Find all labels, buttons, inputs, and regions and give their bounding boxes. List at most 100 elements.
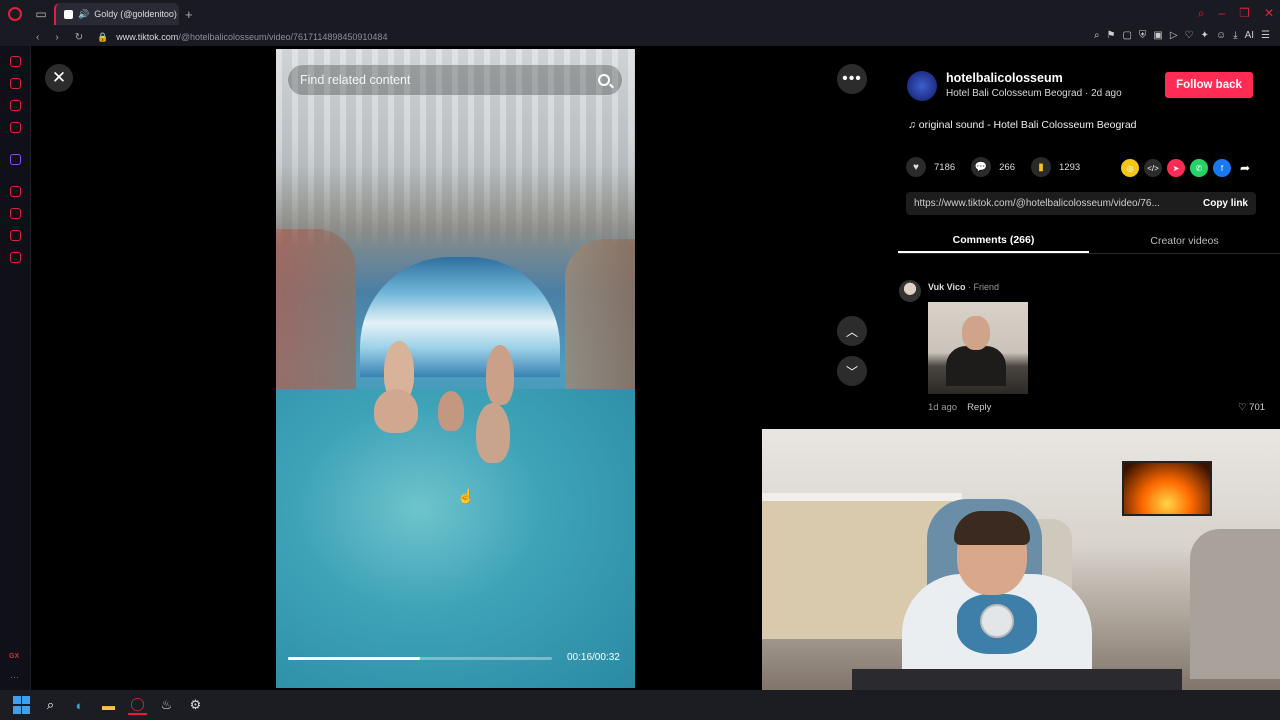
back-icon[interactable]: ‹ [36, 32, 39, 43]
facebook-icon[interactable]: f [1213, 159, 1231, 177]
webcam-overlay [762, 429, 1280, 720]
lock-icon[interactable]: 🔒 [97, 32, 108, 43]
tab-island-icon[interactable]: ▭ [30, 0, 52, 28]
sidebar-history-icon[interactable] [10, 208, 21, 219]
follow-back-button[interactable]: Follow back [1165, 72, 1253, 98]
comment-image[interactable] [928, 302, 1028, 394]
sidebar-messenger-icon[interactable] [10, 100, 21, 111]
sidebar-player-icon[interactable] [10, 186, 21, 197]
aria-button[interactable]: AI [1245, 30, 1254, 41]
reload-icon[interactable]: ↻ [75, 32, 83, 43]
video-player[interactable] [276, 49, 635, 688]
video-frame-people [366, 341, 546, 531]
maximize-icon[interactable]: ❐ [1239, 6, 1250, 21]
minimize-icon[interactable]: – [1218, 6, 1225, 21]
next-video-button[interactable]: ﹀ [837, 356, 867, 386]
video-progress-bar[interactable] [288, 657, 552, 660]
url-domain: www.tiktok.com [116, 32, 179, 42]
sidebar-wallet-icon[interactable] [10, 78, 21, 89]
browser-tab-active[interactable]: 🔊 Goldy (@goldenitoo) | [54, 3, 179, 25]
comment-likes[interactable]: ♡ 701 [1238, 402, 1265, 413]
tab-comments[interactable]: Comments (266) [898, 228, 1089, 253]
comment-author-avatar[interactable] [899, 280, 921, 302]
speaker-icon[interactable]: 🔊 [78, 9, 89, 20]
comment-relation: · Friend [965, 282, 1000, 292]
tab-title: Goldy (@goldenitoo) | [94, 9, 179, 19]
forward-icon[interactable]: › [55, 32, 58, 43]
search-taskbar-icon[interactable]: ⌕ [41, 696, 60, 715]
share-link-box: https://www.tiktok.com/@hotelbalicolosse… [906, 192, 1256, 215]
creator-subline: Hotel Bali Colosseum Beograd · 2d ago [946, 88, 1122, 99]
share-buttons: ◎ </> ➤ ✆ f ➦ [1121, 159, 1254, 177]
sidebar-extensions-icon[interactable] [10, 230, 21, 241]
url-field[interactable]: www.tiktok.com/@hotelbalicolosseum/video… [116, 32, 387, 42]
share-link-url[interactable]: https://www.tiktok.com/@hotelbalicolosse… [914, 198, 1193, 209]
ellipsis-icon: ••• [842, 70, 862, 87]
sidebar-more-icon[interactable]: ··· [10, 672, 19, 682]
screen: ▭ 🔊 Goldy (@goldenitoo) | + ⌕ – ❐ ✕ ‹ › … [0, 0, 1280, 720]
shield-icon[interactable]: ⛨ [1139, 30, 1147, 41]
reply-button[interactable]: Reply [967, 402, 991, 413]
extensions-icon[interactable]: ✦ [1201, 30, 1209, 41]
heart-icon[interactable]: ♥ [906, 157, 926, 177]
video-frame-cave-left [276, 229, 356, 399]
previous-video-button[interactable]: ︿ [837, 316, 867, 346]
bookmark-icon[interactable]: ⚑ [1107, 30, 1116, 41]
zoom-icon[interactable]: ⌕ [1094, 30, 1100, 41]
comment-heart-icon[interactable]: ♡ [1238, 402, 1249, 413]
share-arrow-icon[interactable]: ➦ [1236, 159, 1254, 177]
comment-author[interactable]: Vuk Vico · Friend [928, 282, 999, 292]
comment-image-face [962, 316, 990, 350]
heart-icon[interactable]: ♡ [1185, 30, 1194, 41]
close-window-icon[interactable]: ✕ [1264, 6, 1274, 21]
comment-bubble-icon[interactable]: 💬 [971, 157, 992, 177]
sidebar-settings-icon[interactable] [10, 252, 21, 263]
gx-logo-icon[interactable]: GX [9, 653, 19, 660]
find-related-search[interactable]: Find related content [287, 64, 623, 96]
video-frame-cave-right [565, 239, 635, 389]
embed-icon[interactable]: </> [1144, 159, 1162, 177]
video-time: 00:16/00:32 [567, 652, 620, 663]
send-icon[interactable]: ➤ [1167, 159, 1185, 177]
search-input[interactable]: Find related content [300, 73, 598, 87]
creator-username[interactable]: hotelbalicolosseum [946, 71, 1063, 85]
profile-icon[interactable]: ☺ [1216, 30, 1226, 41]
sidebar-twitch-icon[interactable] [10, 154, 21, 165]
windows-start-icon[interactable] [12, 696, 31, 715]
opera-gx-taskbar-icon[interactable]: ◯ [128, 696, 147, 715]
sound-link[interactable]: ♫ original sound - Hotel Bali Colosseum … [908, 119, 1137, 131]
steam-icon[interactable]: ♨ [157, 696, 176, 715]
sidebar-news-icon[interactable] [10, 122, 21, 133]
sidebar-ai-icon[interactable] [10, 56, 21, 67]
cam-tv-fireplace [1122, 461, 1212, 516]
file-explorer-icon[interactable]: ▬ [99, 696, 118, 715]
comment-stat[interactable]: 💬 266 [971, 157, 1015, 177]
new-tab-button[interactable]: + [185, 7, 193, 22]
whatsapp-icon[interactable]: ✆ [1190, 159, 1208, 177]
search-icon[interactable] [598, 74, 610, 86]
snapshot-icon[interactable]: ▢ [1122, 30, 1131, 41]
comment-count: 266 [999, 161, 1015, 173]
save-stat[interactable]: ▮ 1293 [1031, 157, 1080, 177]
screenshot-icon[interactable]: ▣ [1153, 30, 1162, 41]
search-tabs-icon[interactable]: ⌕ [1198, 6, 1205, 21]
more-options-button[interactable]: ••• [837, 64, 867, 94]
edge-icon[interactable]: ◐ [70, 696, 89, 715]
close-video-button[interactable]: ✕ [45, 64, 73, 92]
gift-coin-icon[interactable]: ◎ [1121, 159, 1139, 177]
like-stat[interactable]: ♥ 7186 [906, 157, 955, 177]
menu-icon[interactable]: ☰ [1261, 30, 1270, 41]
app-icon[interactable]: ⚙ [186, 696, 205, 715]
music-note-icon: ♫ [908, 119, 919, 131]
creator-avatar[interactable] [907, 71, 937, 101]
copy-link-button[interactable]: Copy link [1203, 198, 1248, 209]
tab-creator-videos[interactable]: Creator videos [1089, 228, 1280, 253]
opera-logo-icon[interactable] [0, 0, 30, 28]
bookmark-icon[interactable]: ▮ [1031, 157, 1051, 177]
cam-person-hair [954, 511, 1030, 545]
like-count: 7186 [934, 161, 956, 173]
download-icon[interactable]: ⤓ [1233, 30, 1237, 41]
browser-tab-bar: ▭ 🔊 Goldy (@goldenitoo) | + ⌕ – ❐ ✕ [0, 0, 1280, 28]
comment-author-name: Vuk Vico [928, 282, 966, 292]
play-icon[interactable]: ▷ [1170, 30, 1178, 41]
